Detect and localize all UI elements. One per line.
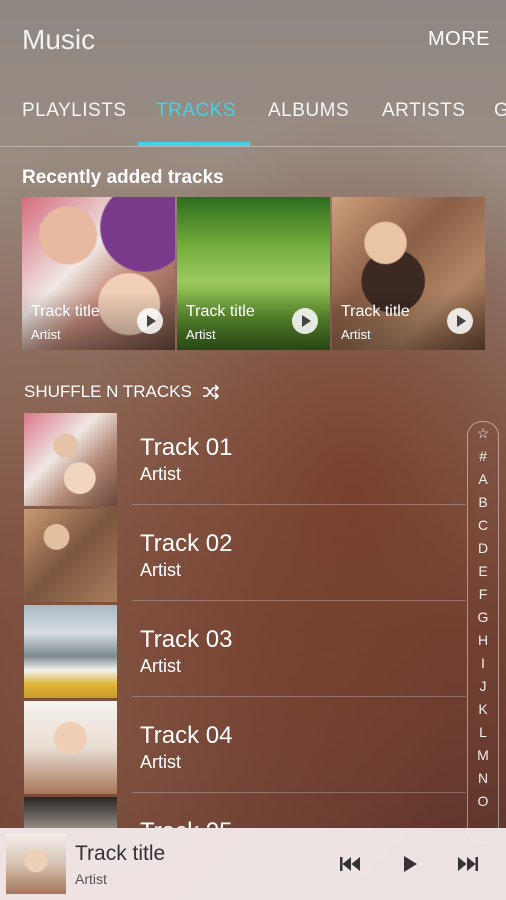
previous-icon[interactable] [338, 852, 366, 876]
next-icon[interactable] [456, 852, 484, 876]
app-title: Music [22, 24, 96, 55]
play-icon[interactable] [447, 308, 473, 334]
more-button[interactable]: MORE [428, 28, 490, 51]
index-letter[interactable]: K [468, 698, 498, 721]
play-icon[interactable] [137, 308, 163, 334]
recent-tracks-carousel: Track title Artist Track title Artist Tr… [22, 197, 485, 350]
index-letter[interactable]: I [468, 652, 498, 675]
album-art [24, 797, 117, 828]
track-artist: Artist [140, 560, 182, 580]
tab-bar: PLAYLISTS TRACKS ALBUMS ARTISTS G [0, 90, 506, 147]
divider [132, 696, 466, 697]
mini-player[interactable]: Track title Artist [0, 828, 506, 900]
index-letter[interactable]: G [468, 606, 498, 629]
index-letter[interactable]: N [468, 767, 498, 790]
tab-tracks[interactable]: TRACKS [156, 100, 236, 122]
index-letter[interactable]: E [468, 560, 498, 583]
alphabet-index-scrollbar[interactable]: ☆ # A B C D E F G H I J K L M N O [467, 421, 499, 843]
track-row[interactable]: Track 05 [0, 794, 466, 828]
active-tab-indicator [138, 142, 250, 146]
track-row[interactable]: Track 02 Artist [0, 506, 466, 602]
track-artist: Artist [140, 752, 182, 772]
recent-section-title: Recently added tracks [22, 167, 224, 188]
track-title: Track 05 [140, 818, 232, 828]
tab-playlists[interactable]: PLAYLISTS [22, 100, 126, 122]
shuffle-button[interactable]: SHUFFLE N TRACKS [24, 382, 192, 402]
index-letter[interactable]: D [468, 537, 498, 560]
track-title: Track 03 [140, 626, 233, 653]
track-title: Track 04 [140, 722, 233, 749]
track-artist: Artist [140, 656, 182, 676]
mini-player-album-art[interactable] [6, 834, 66, 894]
track-title: Track 01 [140, 434, 233, 461]
mini-player-title: Track title [75, 842, 166, 865]
divider [132, 600, 466, 601]
divider [132, 504, 466, 505]
card-artist: Artist [186, 327, 216, 342]
play-icon[interactable] [398, 852, 426, 876]
card-artist: Artist [31, 327, 61, 342]
track-row[interactable]: Track 04 Artist [0, 698, 466, 794]
mini-player-artist: Artist [75, 871, 107, 887]
album-art [24, 701, 117, 794]
index-letter[interactable]: A [468, 468, 498, 491]
index-favorites[interactable]: ☆ [468, 422, 498, 445]
card-title: Track title [31, 303, 100, 320]
index-letter[interactable]: # [468, 445, 498, 468]
tab-genres[interactable]: G [494, 100, 506, 122]
card-title: Track title [186, 303, 255, 320]
index-letter[interactable]: F [468, 583, 498, 606]
album-art [24, 605, 117, 698]
index-letter[interactable]: C [468, 514, 498, 537]
recent-track-card[interactable]: Track title Artist [22, 197, 175, 350]
index-letter[interactable]: O [468, 790, 498, 813]
app-bar: Music MORE [0, 0, 506, 80]
play-icon[interactable] [292, 308, 318, 334]
card-title: Track title [341, 303, 410, 320]
index-letter[interactable]: M [468, 744, 498, 767]
track-list: Track 01 Artist Track 02 Artist Track 03… [0, 410, 466, 828]
album-art [24, 413, 117, 506]
album-art [24, 509, 117, 602]
tab-artists[interactable]: ARTISTS [382, 100, 465, 122]
track-artist: Artist [140, 464, 182, 484]
shuffle-icon[interactable] [202, 384, 220, 400]
track-title: Track 02 [140, 530, 233, 557]
index-letter[interactable]: J [468, 675, 498, 698]
recent-track-card[interactable]: Track title Artist [177, 197, 330, 350]
card-artist: Artist [341, 327, 371, 342]
divider [132, 792, 466, 793]
track-row[interactable]: Track 03 Artist [0, 602, 466, 698]
index-letter[interactable]: H [468, 629, 498, 652]
track-row[interactable]: Track 01 Artist [0, 410, 466, 506]
tab-albums[interactable]: ALBUMS [268, 100, 349, 122]
index-letter[interactable]: L [468, 721, 498, 744]
index-letter[interactable]: B [468, 491, 498, 514]
recent-track-card[interactable]: Track title Artist [332, 197, 485, 350]
